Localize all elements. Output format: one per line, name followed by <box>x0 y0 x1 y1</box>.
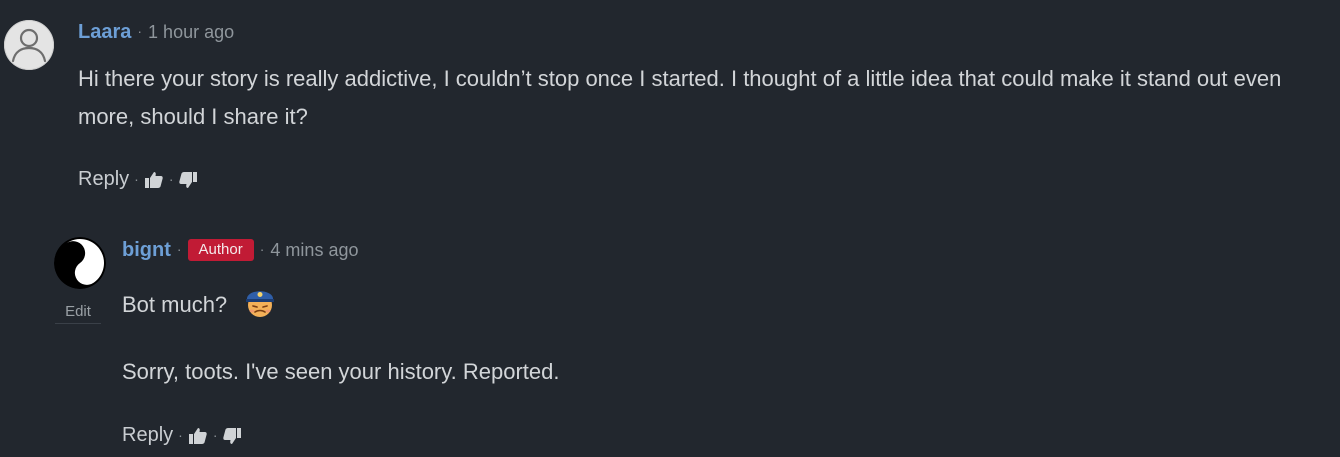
separator: · <box>259 241 265 257</box>
police-officer-emoji-icon <box>243 286 277 318</box>
timestamp[interactable]: 4 mins ago <box>270 240 358 261</box>
username-link[interactable]: Laara <box>78 21 131 44</box>
user-silhouette-icon[interactable] <box>4 20 54 70</box>
comment-line: Bot much? <box>122 286 1322 324</box>
thumbs-up-icon[interactable] <box>144 170 164 190</box>
author-badge: Author <box>187 239 254 261</box>
separator: · <box>137 23 143 39</box>
thumbs-down-icon[interactable] <box>178 170 198 190</box>
thumbs-up-icon[interactable] <box>188 426 208 446</box>
comment-actions: Reply · · <box>122 424 242 447</box>
separator: · <box>178 426 183 443</box>
reply-button[interactable]: Reply <box>78 168 129 191</box>
timestamp[interactable]: 1 hour ago <box>148 22 234 43</box>
comment-meta: bignt · Author · 4 mins ago <box>122 236 358 264</box>
separator: · <box>134 170 139 187</box>
comment-body: Bot much? Sorry, toots. I've seen your h… <box>122 286 1322 391</box>
comment-meta: Laara · 1 hour ago <box>78 18 234 46</box>
edit-avatar-button[interactable]: Edit <box>55 301 101 324</box>
thumbs-down-icon[interactable] <box>222 426 242 446</box>
comment-line: Sorry, toots. I've seen your history. Re… <box>122 359 560 384</box>
separator: · <box>176 241 182 257</box>
username-link[interactable]: bignt <box>122 239 171 262</box>
yin-yang-icon[interactable] <box>54 237 106 289</box>
comment-body: Hi there your story is really addictive,… <box>78 66 1282 129</box>
reply-button[interactable]: Reply <box>122 424 173 447</box>
comment-text: Bot much? <box>122 292 228 317</box>
separator: · <box>212 426 218 443</box>
comment-actions: Reply · · <box>78 168 198 191</box>
separator: · <box>168 170 174 187</box>
